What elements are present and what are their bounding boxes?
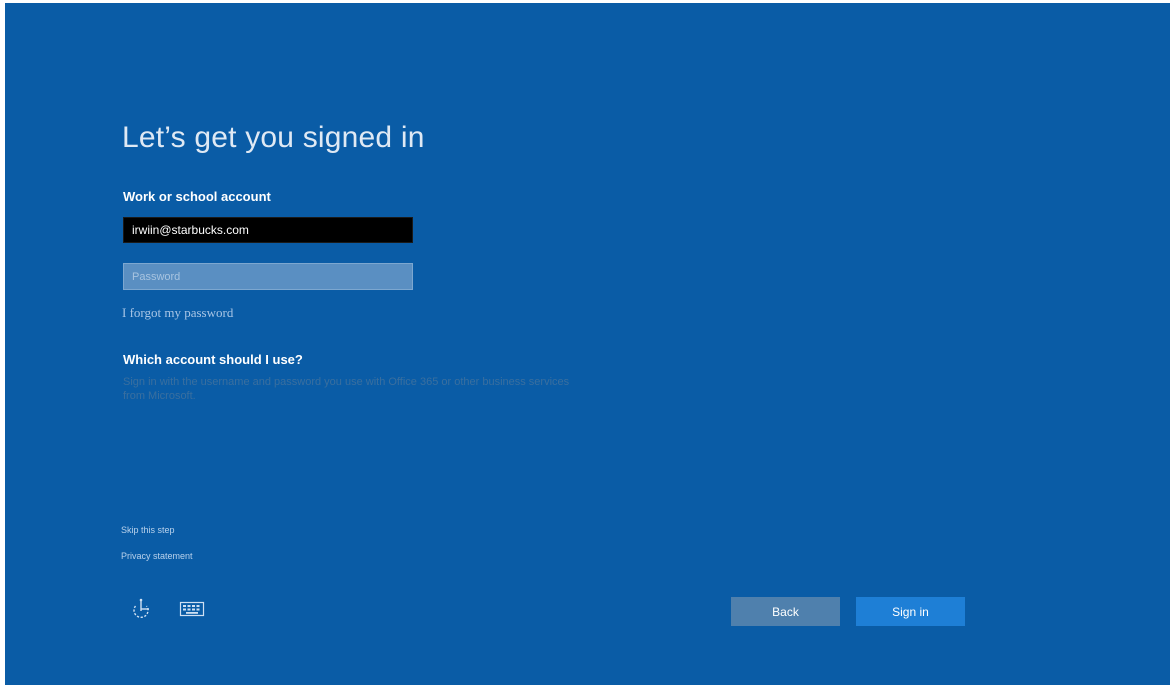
privacy-statement-link[interactable]: Privacy statement (121, 551, 193, 561)
email-field[interactable] (123, 217, 413, 243)
password-field[interactable] (123, 263, 413, 290)
skip-step-link[interactable]: Skip this step (121, 525, 175, 535)
account-help-heading: Which account should I use? (123, 352, 303, 367)
keyboard-icon[interactable] (179, 597, 205, 621)
forgot-password-link[interactable]: I forgot my password (122, 305, 233, 321)
sign-in-screen: Let’s get you signed in Work or school a… (5, 3, 1170, 685)
account-help-text: Sign in with the username and password y… (123, 376, 570, 402)
sign-in-button[interactable]: Sign in (856, 597, 965, 626)
ease-of-access-icon[interactable] (129, 597, 155, 621)
back-button[interactable]: Back (731, 597, 840, 626)
page-title: Let’s get you signed in (122, 121, 425, 154)
account-field-label: Work or school account (123, 189, 271, 204)
